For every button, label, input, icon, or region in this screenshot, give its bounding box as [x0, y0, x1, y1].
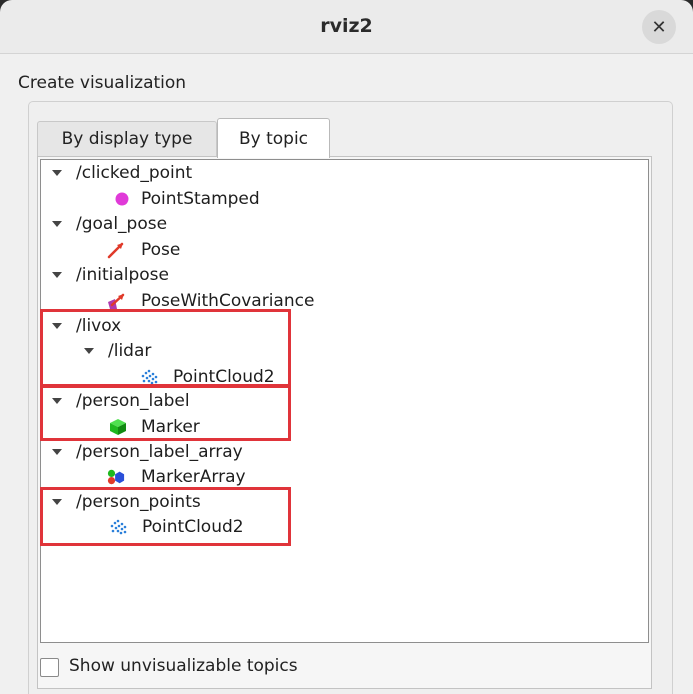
pose-arrow-icon — [107, 242, 124, 259]
show-unvisualizable-label: Show unvisualizable topics — [69, 656, 298, 676]
expand-arrow-icon[interactable] — [52, 398, 62, 404]
topic-label: /person_points — [76, 492, 201, 512]
topic-label: /clicked_point — [76, 163, 193, 183]
tree-row-marker[interactable]: Marker — [41, 415, 641, 440]
tree-row-livox[interactable]: /livox — [41, 314, 641, 339]
expand-arrow-icon[interactable] — [52, 499, 62, 505]
expand-arrow-icon[interactable] — [52, 449, 62, 455]
section-label: Create visualization — [18, 73, 187, 93]
display-label: Marker — [141, 417, 200, 437]
expand-arrow-icon[interactable] — [52, 221, 62, 227]
pointcloud-icon — [110, 519, 127, 535]
topic-label: /livox — [76, 316, 122, 336]
marker-cube-icon — [110, 419, 126, 435]
expand-arrow-icon[interactable] — [52, 170, 62, 176]
expand-arrow-icon[interactable] — [52, 272, 62, 278]
expand-arrow-icon[interactable] — [84, 348, 94, 354]
title-bar: rviz2 ✕ — [0, 0, 693, 54]
expand-arrow-icon[interactable] — [52, 323, 62, 329]
pose-covariance-icon — [108, 293, 125, 309]
tree-row-clicked-point[interactable]: /clicked_point — [41, 161, 641, 186]
marker-array-icon — [107, 469, 125, 485]
topic-label: /goal_pose — [76, 214, 168, 234]
tree-row-pointcloud2-lidar[interactable]: PointCloud2 — [41, 365, 641, 390]
topic-label: /person_label_array — [76, 442, 243, 462]
tab-by-topic[interactable]: By topic — [217, 118, 330, 158]
display-label: Pose — [141, 240, 181, 260]
topic-tree[interactable]: /clicked_point PointStamped /goal_pose P… — [40, 159, 649, 643]
tree-row-person-label[interactable]: /person_label — [41, 389, 641, 414]
display-label: PointCloud2 — [173, 367, 275, 387]
tree-row-markerarray[interactable]: MarkerArray — [41, 465, 641, 490]
topic-label: /initialpose — [76, 265, 169, 285]
dialog-window: rviz2 ✕ Create visualization By display … — [0, 0, 693, 694]
close-icon: ✕ — [651, 16, 667, 38]
close-button[interactable]: ✕ — [642, 10, 676, 44]
window-title: rviz2 — [320, 15, 373, 37]
tree-row-pose[interactable]: Pose — [41, 238, 641, 263]
tree-row-pointstamped[interactable]: PointStamped — [41, 187, 641, 212]
tree-row-initialpose[interactable]: /initialpose — [41, 263, 641, 288]
display-label: PointCloud2 — [142, 517, 244, 537]
show-unvisualizable-checkbox[interactable] — [40, 658, 59, 677]
tree-row-person-label-array[interactable]: /person_label_array — [41, 440, 641, 465]
display-label: PointStamped — [141, 189, 260, 209]
tree-row-posewithcovariance[interactable]: PoseWithCovariance — [41, 289, 641, 314]
tree-row-goal-pose[interactable]: /goal_pose — [41, 212, 641, 237]
display-label: PoseWithCovariance — [141, 291, 315, 311]
tree-row-lidar[interactable]: /lidar — [41, 339, 641, 364]
topic-label: /lidar — [108, 341, 152, 361]
point-stamped-icon — [115, 192, 129, 206]
display-label: MarkerArray — [141, 467, 246, 487]
tab-by-display-type[interactable]: By display type — [37, 121, 217, 156]
pointcloud-icon — [141, 369, 158, 385]
tree-row-person-points[interactable]: /person_points — [41, 490, 641, 515]
tree-row-pointcloud2-person[interactable]: PointCloud2 — [41, 515, 641, 540]
topic-label: /person_label — [76, 391, 190, 411]
